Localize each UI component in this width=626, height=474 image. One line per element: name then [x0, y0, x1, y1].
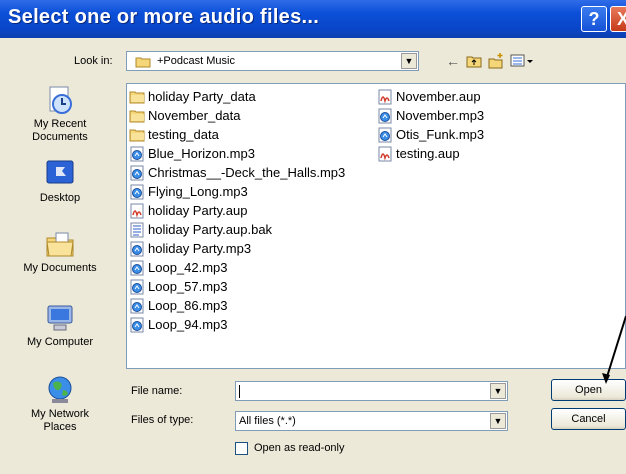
read-only-label: Open as read-only — [254, 442, 345, 454]
folder-icon — [129, 129, 145, 141]
file-list-item[interactable]: Loop_57.mp3 — [129, 277, 345, 296]
file-name-text: November_data — [148, 108, 241, 123]
desktop-icon — [46, 160, 74, 184]
file-name-text: holiday Party.mp3 — [148, 241, 252, 256]
file-list-item[interactable]: Loop_94.mp3 — [129, 315, 345, 334]
file-name-text: Flying_Long.mp3 — [148, 184, 248, 199]
file-name-text: testing_data — [148, 127, 219, 142]
look-in-dropdown-arrow[interactable]: ▼ — [401, 53, 417, 69]
back-icon[interactable]: ← — [446, 52, 460, 70]
mp3-file-icon — [130, 279, 144, 294]
place-label: My Recent — [33, 118, 87, 130]
place-label: Places — [43, 421, 77, 433]
close-button[interactable]: X — [610, 6, 626, 32]
aup-file-icon — [130, 203, 144, 218]
place-label: My Network — [30, 408, 90, 420]
file-name-text: Loop_86.mp3 — [148, 298, 228, 313]
file-name-combo[interactable]: ▼ — [235, 381, 508, 401]
file-name-text: holiday Party_data — [148, 89, 256, 104]
place-label: My Computer — [26, 336, 94, 348]
file-list-item[interactable]: holiday Party.mp3 — [129, 239, 345, 258]
file-list-item[interactable]: testing.aup — [377, 144, 484, 163]
file-name-text: holiday Party.aup.bak — [148, 222, 273, 237]
file-type-label: Files of type: — [131, 414, 194, 426]
file-name-text: Loop_57.mp3 — [148, 279, 228, 294]
aup-file-icon — [378, 89, 392, 104]
places-bar: My Recent Documents Desktop My Documents… — [0, 78, 120, 474]
mp3-file-icon — [130, 317, 144, 332]
new-folder-icon[interactable] — [488, 52, 504, 70]
file-list-item[interactable]: holiday Party.aup — [129, 201, 345, 220]
file-name-text: Loop_42.mp3 — [148, 260, 228, 275]
file-name-text: testing.aup — [396, 146, 460, 161]
place-recent-documents[interactable]: My Recent Documents — [0, 84, 120, 144]
file-list-item[interactable]: November.aup — [377, 87, 484, 106]
folder-icon — [129, 110, 145, 122]
mp3-file-icon — [130, 184, 144, 199]
place-label: Desktop — [39, 192, 81, 204]
file-list-item[interactable]: holiday Party.aup.bak — [129, 220, 345, 239]
file-list-item[interactable]: holiday Party_data — [129, 87, 345, 106]
look-in-dropdown[interactable]: +Podcast Music ▼ — [126, 51, 419, 71]
title-bar: Select one or more audio files... ? X — [0, 0, 626, 38]
file-list-item[interactable]: Christmas__-Deck_the_Halls.mp3 — [129, 163, 345, 182]
file-list-item[interactable]: testing_data — [129, 125, 345, 144]
folder-icon — [135, 57, 151, 68]
look-in-value: +Podcast Music — [157, 55, 235, 67]
file-list-item[interactable]: November.mp3 — [377, 106, 484, 125]
file-name-dropdown-arrow[interactable]: ▼ — [490, 383, 506, 399]
file-list[interactable]: holiday Party_data November_data testing_d… — [126, 83, 626, 369]
file-list-item[interactable]: Loop_42.mp3 — [129, 258, 345, 277]
cancel-button[interactable]: Cancel — [551, 408, 626, 430]
help-button[interactable]: ? — [581, 6, 607, 32]
file-name-text: Blue_Horizon.mp3 — [148, 146, 255, 161]
view-menu-icon[interactable] — [510, 52, 536, 70]
mp3-file-icon — [130, 298, 144, 313]
file-name-text: November.mp3 — [396, 108, 485, 123]
file-list-item[interactable]: Blue_Horizon.mp3 — [129, 144, 345, 163]
mp3-file-icon — [378, 108, 392, 123]
file-type-value: All files (*.*) — [239, 415, 296, 427]
file-name-label: File name: — [131, 385, 183, 397]
text-cursor — [239, 385, 240, 398]
my-documents-icon — [46, 232, 74, 257]
read-only-checkbox[interactable] — [235, 442, 248, 455]
open-button[interactable]: Open — [551, 379, 626, 401]
file-type-dropdown[interactable]: All files (*.*) ▼ — [235, 411, 508, 431]
mp3-file-icon — [130, 165, 144, 180]
place-desktop[interactable]: Desktop — [0, 158, 120, 205]
place-my-computer[interactable]: My Computer — [0, 302, 120, 349]
look-in-label: Look in: — [74, 55, 113, 67]
file-list-item[interactable]: Flying_Long.mp3 — [129, 182, 345, 201]
mp3-file-icon — [130, 146, 144, 161]
place-label: My Documents — [23, 262, 97, 274]
recent-documents-icon — [49, 86, 72, 114]
file-name-text: holiday Party.aup — [148, 203, 248, 218]
place-network-places[interactable]: My Network Places — [0, 374, 120, 434]
file-list-item[interactable]: Otis_Funk.mp3 — [377, 125, 484, 144]
file-name-text: November.aup — [396, 89, 481, 104]
file-name-text: Christmas__-Deck_the_Halls.mp3 — [148, 165, 346, 180]
bak-file-icon — [130, 222, 144, 237]
network-places-icon — [48, 376, 72, 403]
mp3-file-icon — [378, 127, 392, 142]
aup-file-icon — [378, 146, 392, 161]
file-list-item[interactable]: November_data — [129, 106, 345, 125]
file-name-text: Loop_94.mp3 — [148, 317, 228, 332]
mp3-file-icon — [130, 241, 144, 256]
file-type-dropdown-arrow[interactable]: ▼ — [490, 413, 506, 429]
up-folder-icon[interactable] — [466, 52, 482, 70]
folder-icon — [129, 91, 145, 103]
file-name-text: Otis_Funk.mp3 — [396, 127, 485, 142]
place-my-documents[interactable]: My Documents — [0, 228, 120, 275]
place-label: Documents — [32, 131, 88, 143]
file-list-column: holiday Party_data November_data testing_d… — [129, 87, 345, 334]
file-list-column: November.aup November.mp3 Otis_Funk.mp3tes… — [377, 87, 484, 163]
dialog-title: Select one or more audio files... — [8, 6, 320, 28]
mp3-file-icon — [130, 260, 144, 275]
file-list-item[interactable]: Loop_86.mp3 — [129, 296, 345, 315]
my-computer-icon — [47, 305, 73, 331]
